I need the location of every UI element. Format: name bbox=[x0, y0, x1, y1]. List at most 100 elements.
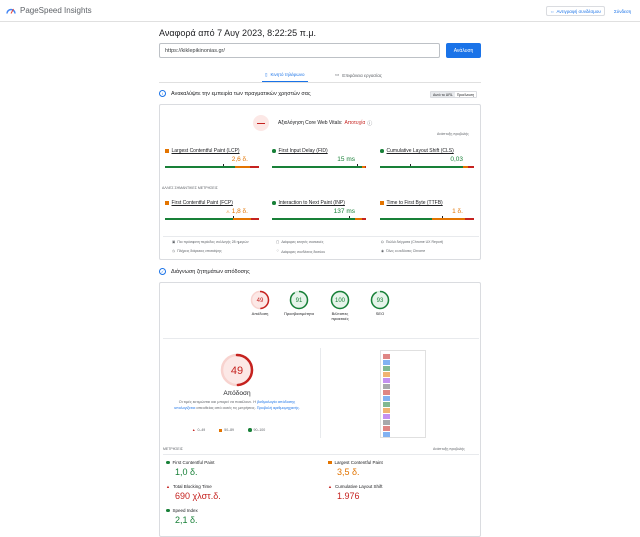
metrics-divider bbox=[163, 454, 479, 455]
url-origin-toggle[interactable]: Αυτό το URL Προέλευση bbox=[430, 91, 478, 98]
distribution-segment bbox=[431, 218, 465, 220]
p75-marker bbox=[442, 216, 444, 218]
lab-metric-value: 1.976 bbox=[337, 491, 360, 501]
toggle-this-url[interactable]: Αυτό το URL bbox=[431, 92, 455, 97]
field-metric-value: 15 ms bbox=[272, 156, 355, 163]
distribution-bar bbox=[380, 164, 474, 168]
field-metric-name[interactable]: First Input Delay (FID) bbox=[272, 148, 328, 154]
tab-divider bbox=[159, 82, 481, 83]
lab-metric-name: First Contentful Paint bbox=[166, 460, 215, 465]
info-divider bbox=[163, 236, 479, 237]
lab-metric-value: 2,1 δ. bbox=[175, 515, 198, 525]
cwv-assessment: Αξιολόγηση Core Web Vitals: Αποτυχία ⓘ bbox=[278, 120, 373, 127]
toggle-origin[interactable]: Προέλευση bbox=[455, 92, 476, 97]
lab-metric-label: Speed Index bbox=[172, 508, 198, 513]
report-title: Αναφορά από 7 Αυγ 2023, 8:22:25 π.μ. bbox=[159, 28, 317, 38]
tab-mobile[interactable]: ▯ Κινητό τηλέφωνο bbox=[262, 68, 308, 82]
field-metric-value: 0,03 bbox=[380, 156, 463, 163]
field-metric-name[interactable]: Largest Contentful Paint (LCP) bbox=[165, 148, 240, 154]
distribution-segment bbox=[249, 166, 259, 168]
users-icon: ⛭ bbox=[381, 240, 384, 244]
help-icon[interactable]: ⓘ bbox=[367, 120, 372, 127]
circle-icon bbox=[166, 508, 170, 513]
category-label: Προσβασιμότητα bbox=[284, 311, 314, 316]
field-metric-name[interactable]: Cumulative Layout Shift (CLS) bbox=[380, 148, 454, 154]
screenshot-thumbnail bbox=[383, 390, 390, 395]
screenshot-thumbnail bbox=[383, 372, 390, 377]
status-dot-icon bbox=[272, 201, 276, 205]
distribution-segment bbox=[234, 166, 250, 168]
field-metric-name[interactable]: Interaction to Next Paint (INP) bbox=[272, 200, 345, 206]
category-label: SEO bbox=[375, 311, 385, 316]
brand-name: PageSpeed Insights bbox=[20, 6, 92, 15]
sign-in-link[interactable]: Σύνδεση bbox=[614, 6, 631, 16]
screenshot-thumbnail bbox=[383, 354, 390, 359]
performance-gauge: 49 bbox=[220, 353, 254, 387]
field-metric-label: Interaction to Next Paint (INP) bbox=[278, 200, 345, 206]
lab-metric-label: Total Blocking Time bbox=[172, 484, 212, 489]
category-gauge[interactable]: 100 bbox=[330, 290, 350, 312]
p75-marker bbox=[410, 164, 412, 166]
top-bar bbox=[0, 0, 640, 22]
circle-icon bbox=[248, 428, 252, 432]
page-screenshot[interactable] bbox=[380, 350, 426, 438]
legend-average: 50–89 bbox=[219, 428, 234, 432]
screenshot-thumbnail bbox=[383, 432, 390, 437]
lab-metric-name: Largest Contentful Paint bbox=[328, 460, 383, 465]
copy-link-button[interactable]: ⇔ Αντιγραφή συνδέσμου bbox=[546, 6, 605, 16]
screenshot-thumbnail bbox=[383, 414, 390, 419]
field-metric-number: 1,8 δ. bbox=[231, 208, 248, 215]
score-legend: ▲ 0–49 50–89 90–100 bbox=[192, 428, 265, 432]
distribution-bar bbox=[272, 216, 366, 220]
distribution-segment bbox=[272, 166, 363, 168]
gauge-divider bbox=[320, 348, 321, 438]
screenshot-thumbnail bbox=[383, 402, 390, 407]
field-metric-number: 15 ms bbox=[337, 156, 355, 163]
tab-desktop[interactable]: ▭ Επιφάνεια εργασίας bbox=[335, 68, 382, 82]
field-metric-number: 1 δ. bbox=[452, 208, 463, 215]
circle-icon bbox=[166, 460, 170, 465]
warning-icon: ⚠ bbox=[226, 209, 230, 214]
distribution-segment bbox=[165, 166, 235, 168]
info-text: Πολλά δείγματα (Chrome UX Report) bbox=[385, 240, 444, 244]
lab-metric-label: Cumulative Layout Shift bbox=[334, 484, 383, 489]
category-gauge[interactable]: 91 bbox=[289, 290, 309, 312]
devices-icon: ▢ bbox=[276, 240, 280, 244]
info-text: Όλες οι εκδόσεις Chrome bbox=[386, 249, 426, 253]
status-dot-icon bbox=[272, 149, 276, 153]
score-ring: 100 bbox=[330, 290, 350, 310]
brand[interactable]: PageSpeed Insights bbox=[6, 6, 92, 15]
square-icon bbox=[219, 428, 223, 432]
field-metric-number: 0,03 bbox=[450, 156, 463, 163]
url-input[interactable] bbox=[159, 43, 440, 58]
category-score: 49 bbox=[257, 298, 264, 304]
cwv-status: Αποτυχία bbox=[344, 120, 366, 126]
category-gauge[interactable]: 49 bbox=[250, 290, 270, 312]
category-gauge[interactable]: 93 bbox=[370, 290, 390, 312]
p75-marker bbox=[356, 164, 358, 166]
calculator-link[interactable]: Προβολή αριθμομηχανής. bbox=[257, 406, 300, 410]
diagnostics-heading: ✓ Διάγνωση ζητημάτων απόδοσης bbox=[159, 268, 250, 275]
info-item: ⛭ Πολλά δείγματα (Chrome UX Report) bbox=[381, 240, 443, 244]
info-text: Διάφορες συνδέσεις δικτύου bbox=[281, 249, 325, 254]
info-item: ◉ Όλες οι εκδόσεις Chrome bbox=[381, 249, 425, 253]
lab-metric-name: ▲ Cumulative Layout Shift bbox=[328, 484, 383, 489]
square-icon bbox=[328, 460, 332, 465]
distribution-segment bbox=[165, 218, 233, 220]
screenshot-thumbnail bbox=[383, 426, 390, 431]
field-metric-name[interactable]: Time to First Byte (TTFB) bbox=[380, 200, 443, 206]
triangle-icon: ▲ bbox=[328, 484, 332, 489]
score-ring: 49 bbox=[250, 290, 270, 310]
info-text: Πιο πρόσφατη περίοδος συλλογής 28 ημερών bbox=[177, 240, 249, 244]
analyze-button[interactable]: Ανάλυση bbox=[446, 43, 481, 58]
phone-icon: ▯ bbox=[265, 71, 268, 77]
screenshot-thumbnail bbox=[383, 396, 390, 401]
lab-metric-label: Largest Contentful Paint bbox=[334, 460, 383, 465]
field-metric-name[interactable]: First Contentful Paint (FCP) bbox=[165, 200, 233, 206]
users-icon: i bbox=[159, 90, 166, 97]
p75-marker bbox=[223, 164, 225, 166]
field-expand-link[interactable]: Ανάπτυξη προβολής bbox=[437, 132, 469, 136]
info-item: ▣ Πιο πρόσφατη περίοδος συλλογής 28 ημερώ… bbox=[172, 240, 249, 244]
lab-expand-link[interactable]: Ανάπτυξη προβολής bbox=[433, 447, 465, 451]
score-note: Οι τιμές εκτιμώνται και μπορεί να ποικίλ… bbox=[174, 400, 300, 410]
